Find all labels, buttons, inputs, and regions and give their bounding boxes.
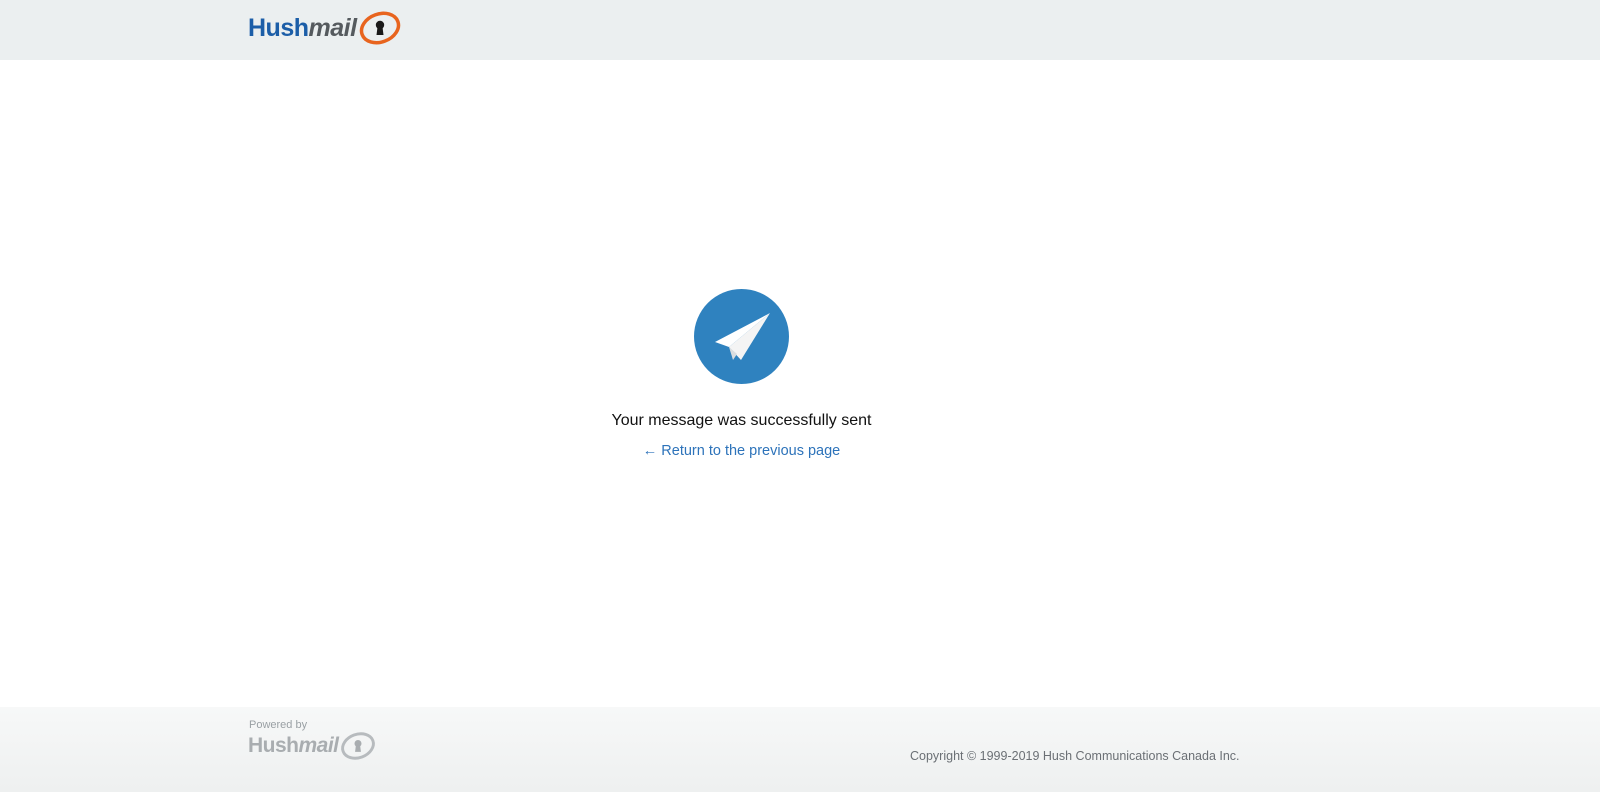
header-bar: Hush mail — [0, 0, 1600, 60]
paper-plane-icon — [694, 289, 789, 384]
success-message: Your message was successfully sent — [611, 412, 872, 429]
footer-keyhole-ring-icon — [340, 732, 375, 760]
footer-hushmail-logo[interactable]: Hush mail — [248, 731, 377, 761]
logo-mail-text: mail — [308, 13, 358, 42]
return-link-text[interactable]: ← Return to the previous page — [643, 443, 840, 459]
hushmail-logo[interactable]: Hush mail — [248, 10, 402, 46]
keyhole-ring-icon — [359, 11, 400, 45]
footer-logo-mail-text: mail — [298, 734, 340, 757]
footer-bar: Powered by Hush mail Copyright © 1999-20… — [0, 707, 1600, 792]
logo-hush-text: Hush — [248, 13, 309, 42]
return-previous-page-link[interactable]: ← Return to the previous page — [0, 443, 1483, 459]
main-content: Your message was successfully sent ← Ret… — [0, 60, 1600, 707]
footer-logo-hush-text: Hush — [248, 734, 299, 757]
copyright-text: Copyright © 1999-2019 Hush Communication… — [910, 749, 1240, 763]
powered-by-label: Powered by — [249, 719, 308, 731]
